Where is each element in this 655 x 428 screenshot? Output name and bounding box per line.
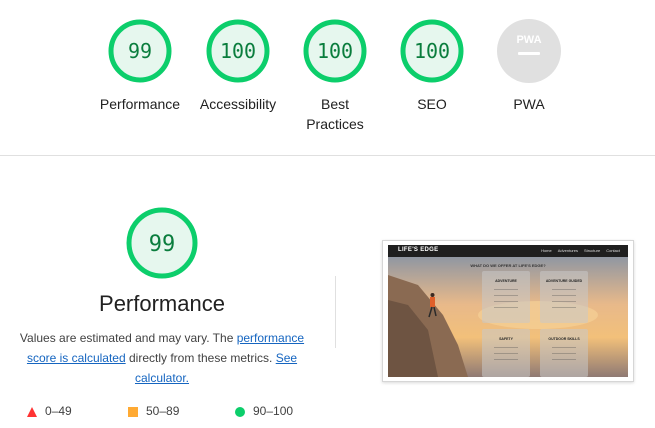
legend-range: 50–89: [146, 404, 180, 418]
gauge-performance[interactable]: 99 Performance: [92, 18, 188, 114]
score-value: 99: [128, 39, 152, 63]
screenshot-nav-link: Adventures: [557, 248, 578, 253]
score-ring-best-practices: 100: [303, 19, 367, 83]
screenshot-heading: WHAT DO WE OFFER AT LIFE'S EDGE?: [470, 263, 546, 268]
screenshot-navbar: LIFE'S EDGE Home Adventures Structure Conta…: [388, 245, 628, 257]
pwa-badge-text: PWA: [516, 34, 541, 46]
green-circle-icon: [235, 406, 245, 417]
card-title: OUTDOOR SKILLS: [548, 337, 580, 341]
gauge-label: Performance: [99, 96, 181, 112]
card-title: ADVENTURE GUIDED: [545, 279, 583, 283]
performance-description: Values are estimated and may vary. The p…: [17, 328, 307, 388]
final-screenshot-thumbnail[interactable]: LIFE'S EDGE Home Adventures Structure Conta…: [382, 240, 634, 382]
red-triangle-icon: [27, 406, 37, 417]
score-value: 100: [220, 39, 256, 63]
screenshot-viewport: LIFE'S EDGE Home Adventures Structure Conta…: [388, 245, 628, 377]
legend-item-average: 50–89: [128, 404, 179, 418]
legend-item-pass: 90–100: [235, 404, 293, 418]
screenshot-card: ADVENTURE GUIDED: [540, 271, 588, 323]
gauge-label: PWA: [513, 96, 545, 112]
screenshot-nav-link: Contact: [606, 248, 620, 253]
gauge-label: Accessibility: [199, 96, 277, 112]
score-ring-accessibility: 100: [206, 19, 270, 83]
screenshot-nav-links: Home Adventures Structure Contact: [535, 248, 620, 253]
gauge-accessibility[interactable]: 100 Accessibility: [190, 18, 286, 114]
category-gauges: 99 Performance 100 Accessibility 100 Bes…: [0, 0, 655, 155]
gauge-label: Best Practices: [306, 96, 364, 132]
screenshot-nav-link: Structure: [583, 248, 601, 253]
performance-score-gauge: 99: [126, 207, 198, 279]
legend-range: 90–100: [253, 404, 294, 418]
gauge-label: SEO: [417, 96, 447, 112]
screenshot-card: SAFETY: [482, 329, 530, 377]
section-divider: [0, 155, 655, 156]
card-title: ADVENTURE: [495, 279, 517, 283]
pwa-badge-icon: PWA: [497, 19, 561, 83]
desc-text-prefix: Values are estimated and may vary. The: [19, 331, 237, 345]
screenshot-brand: LIFE'S EDGE: [398, 247, 439, 253]
legend-item-fail: 0–49: [27, 404, 72, 418]
score-value: 100: [317, 39, 353, 63]
screenshot-card: ADVENTURE: [482, 271, 530, 323]
score-ring-performance: 99: [108, 19, 172, 83]
desc-text-middle: directly from these metrics.: [125, 351, 276, 365]
gauge-seo[interactable]: 100 SEO: [384, 18, 480, 114]
score-value: 100: [414, 39, 450, 63]
gauge-pwa[interactable]: PWA PWA: [481, 18, 577, 114]
score-ring-seo: 100: [400, 19, 464, 83]
gauge-best-practices[interactable]: 100 Best Practices: [287, 18, 383, 134]
performance-title: Performance: [99, 291, 225, 316]
orange-square-icon: [128, 406, 138, 417]
screenshot-card: OUTDOOR SKILLS: [540, 329, 588, 377]
vertical-separator: [335, 276, 336, 348]
performance-score-value: 99: [149, 232, 176, 257]
card-title: SAFETY: [499, 337, 513, 341]
screenshot-nav-link: Home: [541, 248, 552, 253]
legend-range: 0–49: [45, 404, 72, 418]
